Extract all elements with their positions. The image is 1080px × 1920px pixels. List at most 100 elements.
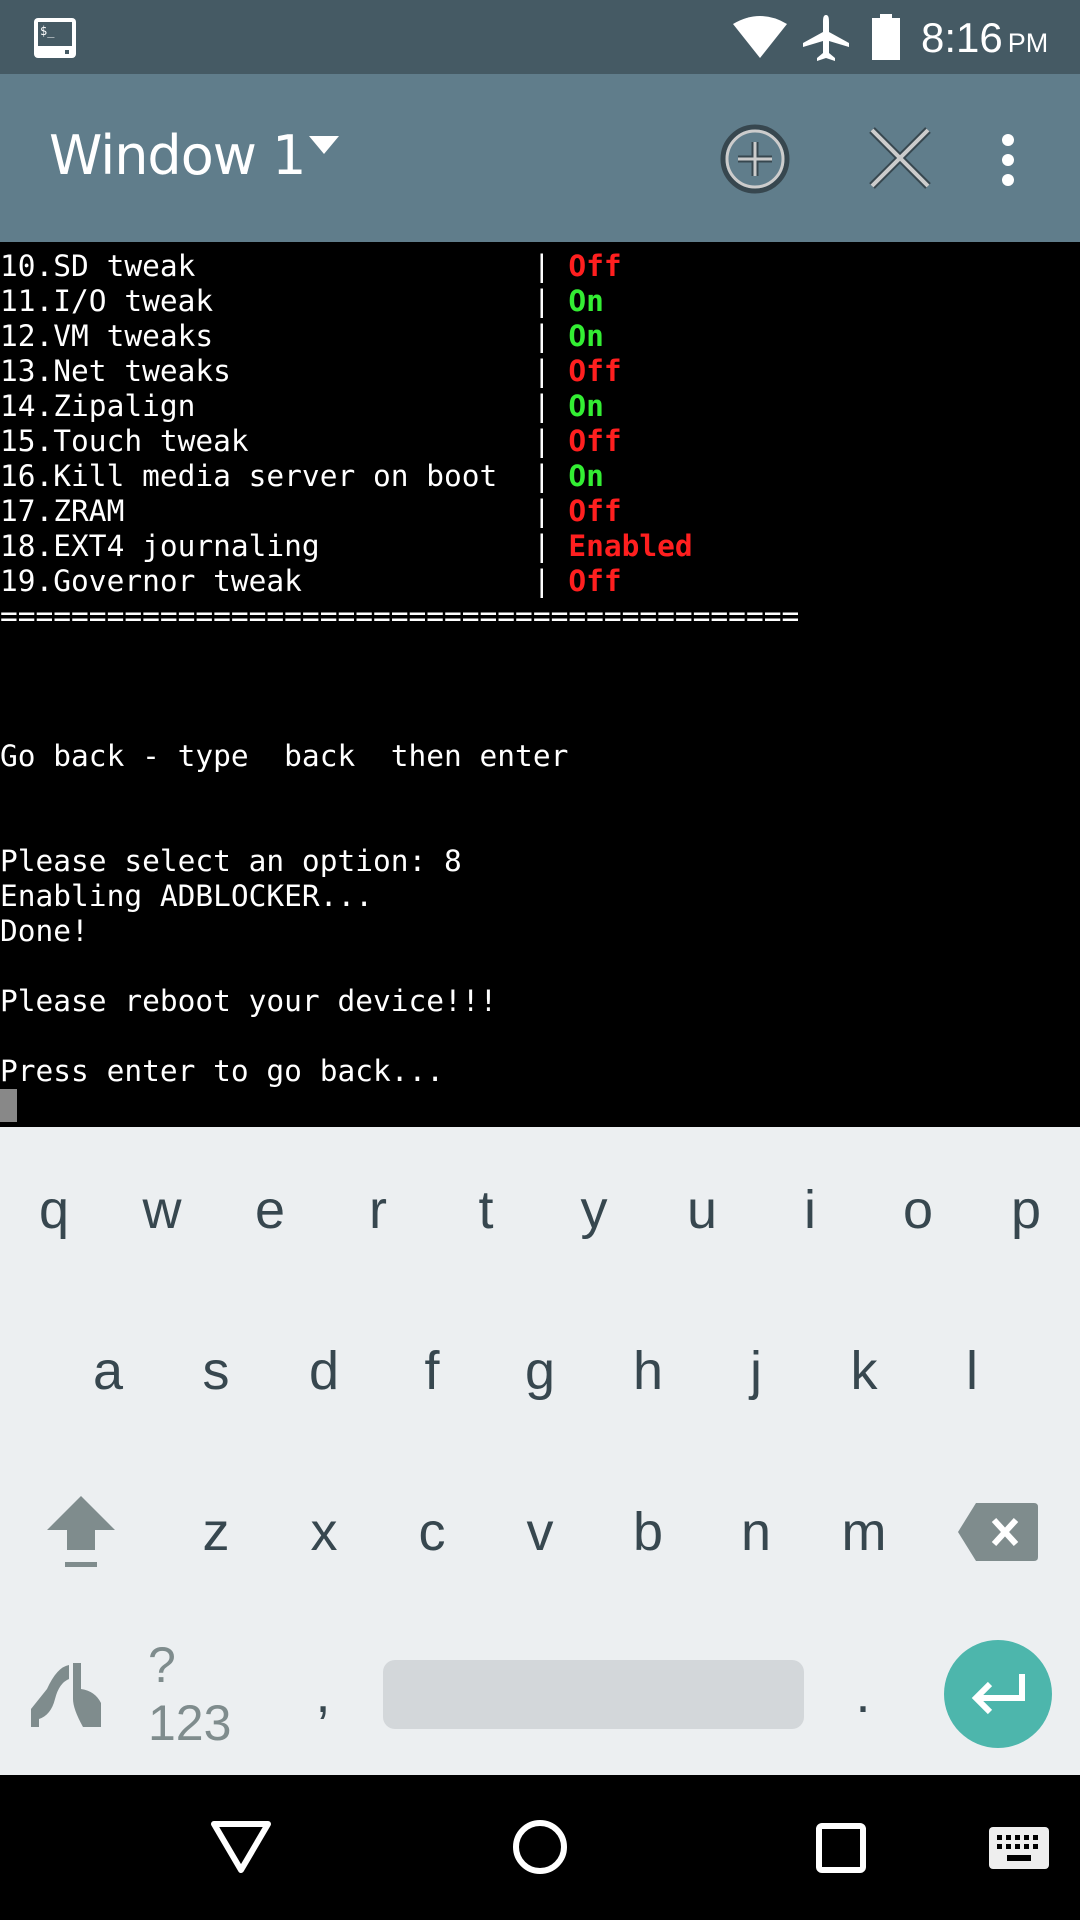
period-key[interactable]: . xyxy=(809,1634,917,1754)
row-status: Off xyxy=(568,249,622,283)
menu-row: 14.Zipalign | On xyxy=(0,389,604,423)
row-divider: | xyxy=(195,249,569,283)
back-icon[interactable] xyxy=(210,1820,272,1875)
gesture-hand-icon xyxy=(31,1663,101,1727)
clock: 8:16 PM xyxy=(921,14,1048,62)
row-divider: | xyxy=(230,354,569,388)
enter-key[interactable] xyxy=(944,1640,1052,1748)
battery-icon xyxy=(872,14,900,60)
row-status: Enabled xyxy=(568,529,693,563)
key-j[interactable]: j xyxy=(702,1311,810,1431)
key-c[interactable]: c xyxy=(378,1472,486,1592)
menu-row: 11.I/O tweak | On xyxy=(0,284,604,318)
toolbar: Window 1 xyxy=(0,74,1080,242)
output-line: Press enter to go back... xyxy=(0,1054,445,1088)
row-divider: | xyxy=(248,424,569,458)
key-p[interactable]: p xyxy=(972,1150,1080,1270)
row-divider: | xyxy=(124,494,569,528)
key-l[interactable]: l xyxy=(918,1311,1026,1431)
row-label: 16.Kill media server on boot xyxy=(0,459,498,493)
key-o[interactable]: o xyxy=(864,1150,972,1270)
key-d[interactable]: d xyxy=(270,1311,378,1431)
row-label: 14.Zipalign xyxy=(0,389,196,423)
key-r[interactable]: r xyxy=(324,1150,432,1270)
shift-icon xyxy=(47,1496,115,1567)
airplane-mode-icon xyxy=(803,15,849,61)
row-status: Off xyxy=(568,564,622,598)
more-options-icon[interactable] xyxy=(996,132,1020,188)
key-y[interactable]: y xyxy=(540,1150,648,1270)
key-g[interactable]: g xyxy=(486,1311,594,1431)
key-v[interactable]: v xyxy=(486,1472,594,1592)
row-divider: | xyxy=(319,529,569,563)
key-u[interactable]: u xyxy=(648,1150,756,1270)
key-f[interactable]: f xyxy=(378,1311,486,1431)
output-line: Go back - type back then enter xyxy=(0,739,569,773)
clock-ampm: PM xyxy=(1007,28,1049,58)
space-bar[interactable] xyxy=(383,1660,804,1729)
window-selector[interactable]: Window 1 xyxy=(49,124,340,187)
navigation-bar xyxy=(0,1775,1080,1920)
terminal-output[interactable]: 10.SD tweak | Off 11.I/O tweak | On 12.V… xyxy=(0,242,1080,1127)
svg-text:$_: $_ xyxy=(40,24,55,38)
menu-row: 15.Touch tweak | Off xyxy=(0,424,622,458)
enter-icon xyxy=(971,1674,1025,1715)
key-a[interactable]: a xyxy=(54,1311,162,1431)
output-line: Enabling ADBLOCKER... xyxy=(0,879,373,913)
key-n[interactable]: n xyxy=(702,1472,810,1592)
output-line: Please reboot your device!!! xyxy=(0,984,498,1018)
dropdown-arrow-icon xyxy=(309,136,340,154)
key-b[interactable]: b xyxy=(594,1472,702,1592)
row-label: 10.SD tweak xyxy=(0,249,196,283)
row-divider: | xyxy=(301,564,569,598)
row-status: Off xyxy=(568,424,622,458)
row-label: 12.VM tweaks xyxy=(0,319,214,353)
gesture-typing-key[interactable] xyxy=(13,1634,121,1754)
row-divider: | xyxy=(213,319,569,353)
menu-row: 10.SD tweak | Off xyxy=(0,249,622,283)
keyboard-switch-icon[interactable] xyxy=(989,1827,1049,1869)
row-status: On xyxy=(568,459,604,493)
row-status: On xyxy=(568,319,604,353)
row-status: Off xyxy=(568,354,622,388)
output-line: Please select an option: 8 xyxy=(0,844,462,878)
backspace-key[interactable] xyxy=(944,1472,1052,1592)
key-m[interactable]: m xyxy=(810,1472,918,1592)
row-divider: | xyxy=(195,389,569,423)
key-i[interactable]: i xyxy=(756,1150,864,1270)
window-title: Window 1 xyxy=(49,124,306,187)
recents-icon[interactable] xyxy=(816,1823,866,1873)
close-window-icon[interactable] xyxy=(868,126,932,190)
separator: ========================================… xyxy=(0,599,800,633)
home-icon[interactable] xyxy=(512,1819,568,1875)
key-w[interactable]: w xyxy=(108,1150,216,1270)
key-q[interactable]: q xyxy=(0,1150,108,1270)
terminal-text: 10.SD tweak | Off 11.I/O tweak | On 12.V… xyxy=(0,242,1080,1124)
key-x[interactable]: x xyxy=(270,1472,378,1592)
shift-key[interactable] xyxy=(27,1472,135,1592)
row-label: 19.Governor tweak xyxy=(0,564,302,598)
key-e[interactable]: e xyxy=(216,1150,324,1270)
row-divider: | xyxy=(497,459,569,493)
add-window-icon[interactable] xyxy=(720,124,790,194)
menu-row: 16.Kill media server on boot | On xyxy=(0,459,604,493)
terminal-cursor xyxy=(0,1089,17,1122)
wifi-icon xyxy=(733,16,787,58)
comma-key[interactable]: , xyxy=(269,1634,377,1754)
output-line: Done! xyxy=(0,914,89,948)
symbols-key[interactable]: ?123 xyxy=(148,1634,256,1754)
menu-row: 18.EXT4 journaling | Enabled xyxy=(0,529,693,563)
key-k[interactable]: k xyxy=(810,1311,918,1431)
row-label: 18.EXT4 journaling xyxy=(0,529,320,563)
key-t[interactable]: t xyxy=(432,1150,540,1270)
key-h[interactable]: h xyxy=(594,1311,702,1431)
key-s[interactable]: s xyxy=(162,1311,270,1431)
row-status: On xyxy=(568,284,604,318)
menu-row: 13.Net tweaks | Off xyxy=(0,354,622,388)
row-status: Off xyxy=(568,494,622,528)
key-z[interactable]: z xyxy=(162,1472,270,1592)
menu-row: 17.ZRAM | Off xyxy=(0,494,622,528)
soft-keyboard: q w e r t y u i o p a s d f g h j k l z x c v b n m ?123,. xyxy=(0,1127,1080,1775)
row-label: 17.ZRAM xyxy=(0,494,125,528)
clock-time: 8:16 xyxy=(921,14,1003,61)
